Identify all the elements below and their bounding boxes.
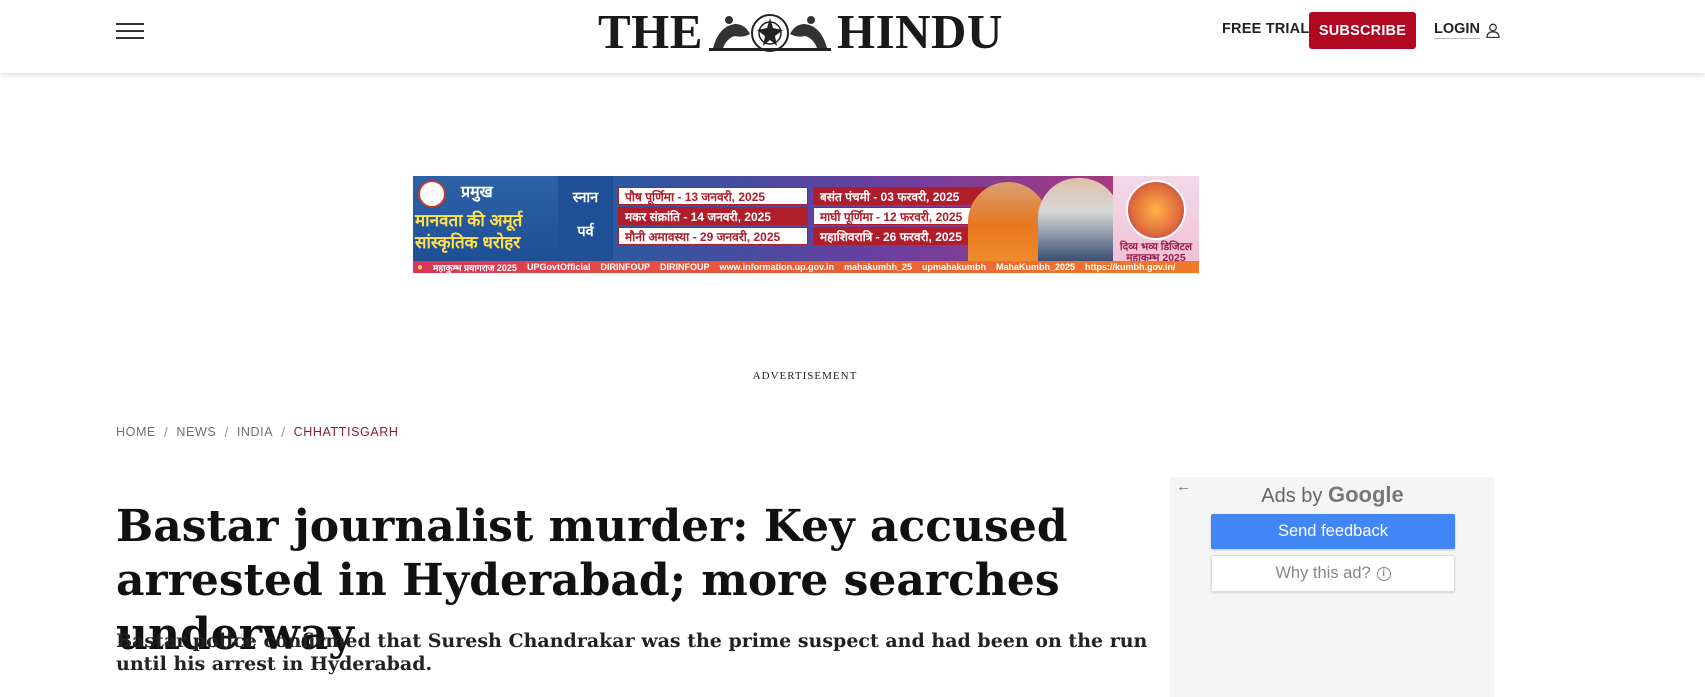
ad-left-panel: प्रमुख मानवता की अमूर्त सांस्कृतिक धरोहर bbox=[413, 176, 558, 261]
ads-by-google: Ads by Google bbox=[1170, 482, 1495, 508]
advertisement-label: ADVERTISEMENT bbox=[752, 370, 858, 382]
ad-social-link: upmahakumbh bbox=[921, 262, 986, 272]
ad-person-image bbox=[968, 182, 1048, 261]
kumbh-emblem-icon bbox=[1126, 180, 1186, 240]
ad-text-snan: स्नान bbox=[572, 190, 599, 206]
ad-social-link: www.information.up.gov.in bbox=[719, 262, 834, 272]
ad-social-link: mahakumbh_25 bbox=[843, 262, 912, 272]
ad-person-image bbox=[1038, 178, 1120, 261]
free-trial-link[interactable]: FREE TRIAL bbox=[1222, 21, 1309, 37]
logo-text-left: THE bbox=[598, 3, 703, 59]
breadcrumb: HOME / NEWS / INDIA / CHHATTISGARH bbox=[116, 424, 399, 440]
breadcrumb-chhattisgarh[interactable]: CHHATTISGARH bbox=[294, 425, 399, 439]
breadcrumb-news[interactable]: NEWS bbox=[176, 425, 216, 439]
breadcrumb-separator: / bbox=[224, 424, 229, 440]
ad-text-line3: सांस्कृतिक धरोहर bbox=[415, 233, 521, 252]
ad-date-3: मौनी अमावस्या - 29 जनवरी, 2025 bbox=[618, 227, 808, 245]
ad-bottom-title: महाकुम्भ प्रयागराज 2025 bbox=[433, 262, 517, 273]
why-this-ad-button[interactable]: Why this ad? i bbox=[1211, 555, 1455, 592]
ad-mid-panel: स्नान पर्व bbox=[558, 176, 613, 261]
site-header: THE HINDU FREE TRIAL SUBSCRIBE LOGIN bbox=[0, 0, 1705, 73]
breadcrumb-separator: / bbox=[163, 424, 169, 440]
ad-text-pramukh: प्रमुख bbox=[461, 184, 493, 201]
crest-icon bbox=[708, 14, 831, 52]
site-logo[interactable]: THE HINDU bbox=[598, 4, 1003, 59]
ad-text-parv: पर्व bbox=[577, 224, 594, 240]
login-link[interactable]: LOGIN bbox=[1434, 21, 1500, 39]
why-this-ad-label: Why this ad? bbox=[1275, 564, 1371, 582]
login-label: LOGIN bbox=[1434, 21, 1480, 39]
breadcrumb-home[interactable]: HOME bbox=[116, 425, 156, 439]
ad-text-line2: मानवता की अमूर्त bbox=[415, 211, 523, 230]
ad-social-link: https://kumbh.gov.in/ bbox=[1085, 262, 1176, 272]
breadcrumb-india[interactable]: INDIA bbox=[237, 425, 273, 439]
ad-date-2: मकर संक्रांति - 14 जनवरी, 2025 bbox=[618, 207, 808, 225]
ad-date-1: पौष पूर्णिमा - 13 जनवरी, 2025 bbox=[618, 187, 808, 205]
ad-social-link: UPGovtOfficial bbox=[526, 262, 591, 272]
ad-right-panel: दिव्य भव्य डिजिटल महाकुम्भ 2025 bbox=[1113, 176, 1199, 264]
side-ad-panel: ← Ads by Google Send feedback Why this a… bbox=[1170, 477, 1495, 697]
ads-by-label: Ads by bbox=[1261, 485, 1323, 507]
google-label: Google bbox=[1327, 482, 1404, 507]
ad-social-link: DIRINFOUP bbox=[659, 262, 710, 272]
ad-banner[interactable]: प्रमुख मानवता की अमूर्त सांस्कृतिक धरोहर… bbox=[413, 176, 1199, 273]
ad-social-link: MahaKumbh_2025 bbox=[996, 262, 1076, 272]
user-icon bbox=[1486, 23, 1500, 38]
menu-icon[interactable] bbox=[116, 23, 144, 39]
article-subhead: Bastar police confirmed that Suresh Chan… bbox=[116, 630, 1148, 675]
ad-bottom-strip: ● महाकुम्भ प्रयागराज 2025 UPGovtOfficial… bbox=[413, 261, 1199, 273]
breadcrumb-separator: / bbox=[281, 424, 286, 440]
info-icon: i bbox=[1376, 566, 1391, 581]
ad-social-link: DIRINFOUP bbox=[600, 262, 650, 272]
up-govt-emblem-icon bbox=[418, 180, 446, 208]
send-feedback-button[interactable]: Send feedback bbox=[1211, 514, 1455, 549]
location-pin-icon: ● bbox=[417, 261, 424, 273]
logo-text-right: HINDU bbox=[836, 3, 1003, 59]
subscribe-button[interactable]: SUBSCRIBE bbox=[1309, 12, 1416, 49]
